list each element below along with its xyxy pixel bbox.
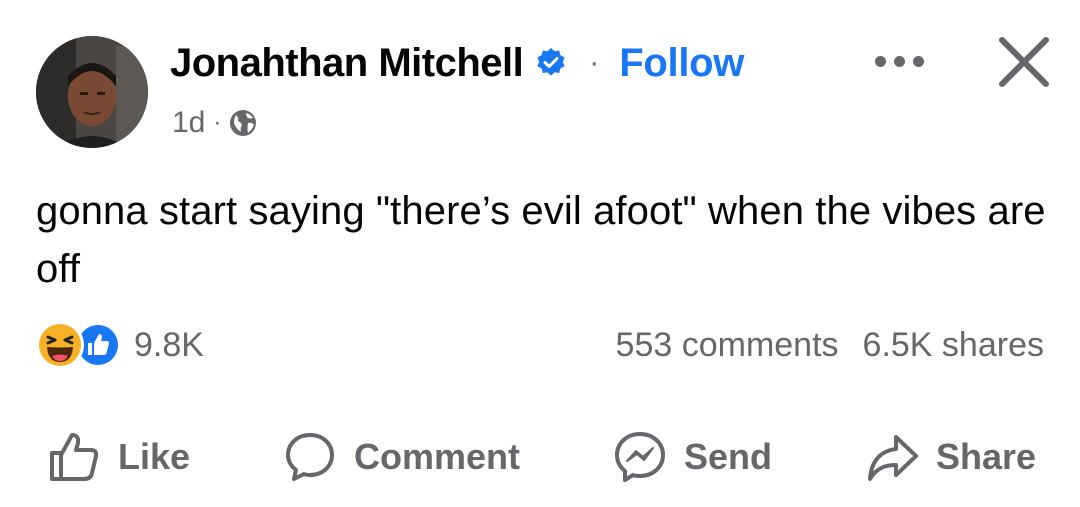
messenger-icon [615, 432, 665, 482]
more-dot [893, 55, 905, 67]
more-options-icon[interactable] [862, 44, 936, 78]
more-dot [874, 55, 886, 67]
share-label: Share [936, 436, 1037, 477]
comment-label: Comment [354, 436, 521, 477]
send-button[interactable]: Send [612, 422, 772, 492]
more-dot [912, 55, 924, 67]
comments-count[interactable]: 553 comments [616, 326, 839, 365]
meta-separator: · [213, 109, 222, 136]
haha-reaction-icon [34, 319, 86, 371]
engagement-counts: 553 comments 6.5K shares [616, 322, 1044, 368]
reactions-summary[interactable]: 9.8K [34, 316, 204, 374]
shares-count[interactable]: 6.5K shares [863, 326, 1044, 365]
follow-button[interactable]: Follow [619, 41, 744, 86]
close-icon[interactable] [992, 30, 1056, 94]
header-separator: · [589, 46, 600, 79]
globe-icon [229, 109, 257, 137]
like-label: Like [118, 436, 191, 477]
share-button[interactable]: Share [864, 422, 1036, 492]
verified-badge-icon [535, 47, 567, 79]
post-meta: 1d · [172, 104, 257, 142]
avatar-photo [36, 36, 148, 148]
action-bar: Like Comment Send Share [0, 422, 1080, 492]
author-avatar[interactable] [36, 36, 148, 148]
reaction-count: 9.8K [134, 325, 204, 364]
comment-bubble-icon [286, 433, 334, 481]
post-timestamp[interactable]: 1d [172, 106, 205, 140]
share-arrow-icon [868, 435, 918, 481]
post-header: Jonahthan Mitchell · Follow [170, 38, 744, 88]
thumbs-up-icon [50, 433, 99, 481]
post-text: gonna start saying "there’s evil afoot" … [36, 189, 1046, 291]
like-button[interactable]: Like [46, 422, 190, 492]
author-name[interactable]: Jonahthan Mitchell [170, 41, 524, 86]
send-label: Send [684, 436, 773, 477]
comment-button[interactable]: Comment [282, 422, 520, 492]
